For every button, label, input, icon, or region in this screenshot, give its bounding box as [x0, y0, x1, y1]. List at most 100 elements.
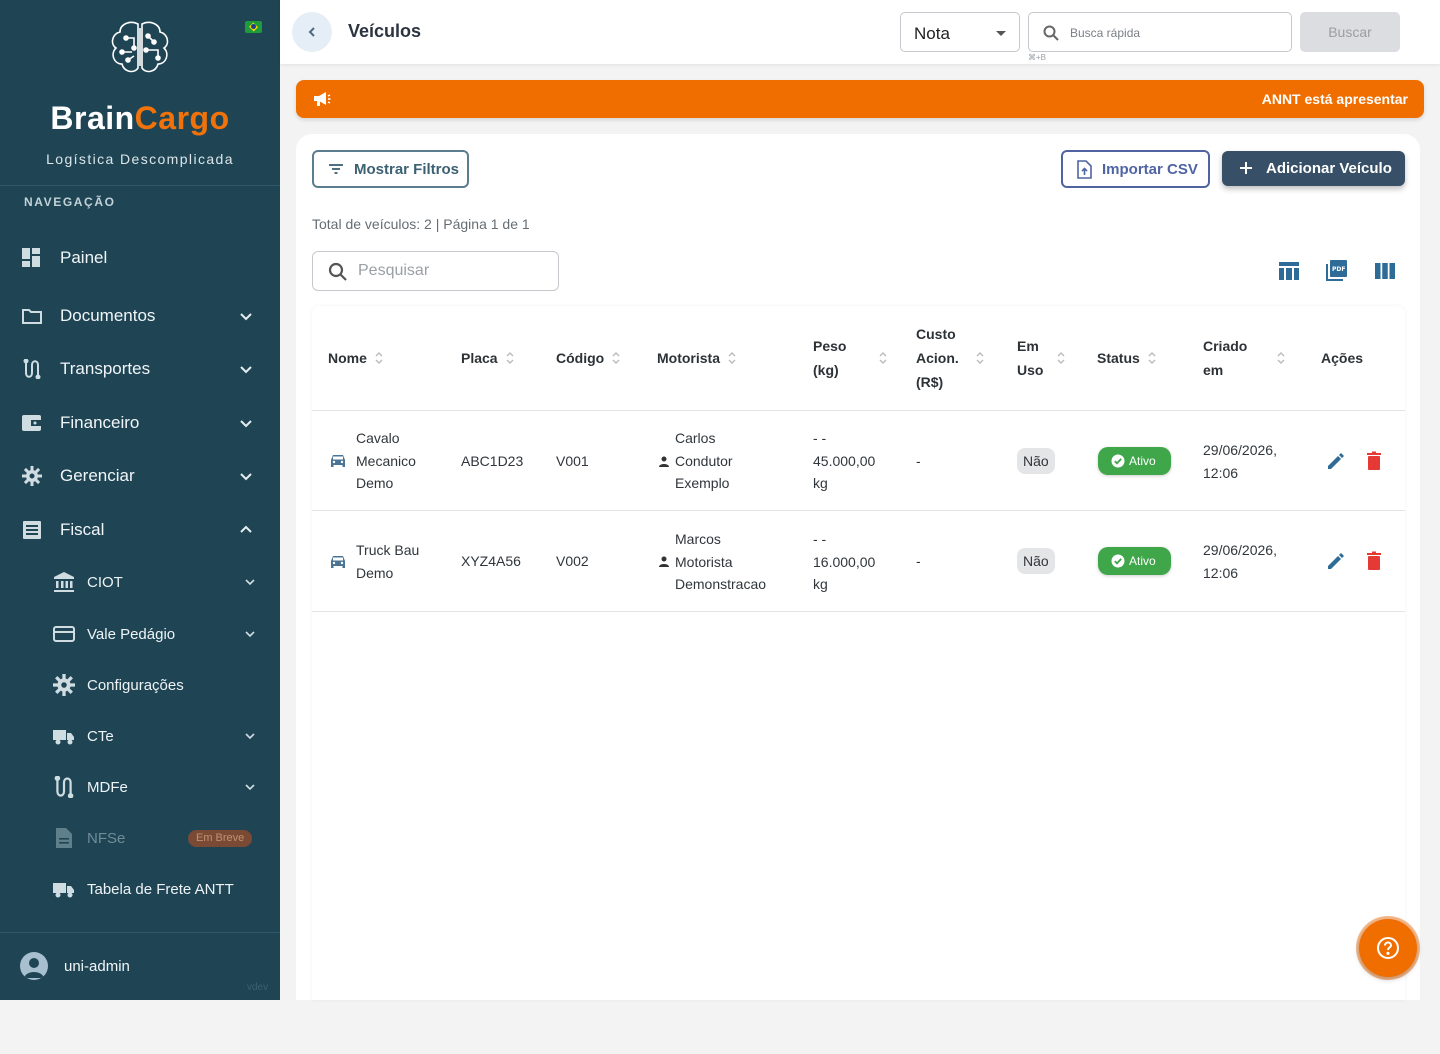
sidebar-subitem-ciot[interactable]: CIOT	[0, 562, 280, 602]
user-menu[interactable]: uni-admin vdev	[0, 932, 280, 1000]
chevron-down-icon	[240, 420, 252, 428]
sidebar-subitem-tabela-frete[interactable]: Tabela de Frete ANTT	[0, 869, 280, 909]
vehicle-name: Truck Bau Demo	[356, 542, 420, 581]
sidebar-item-painel[interactable]: Painel	[0, 236, 280, 280]
chevron-down-icon	[245, 631, 255, 638]
file-upload-icon	[1077, 160, 1092, 179]
truck-icon	[53, 883, 74, 898]
column-header-nome[interactable]: Nome	[328, 306, 383, 410]
column-header-custo[interactable]: Custo Acion. (R$)	[916, 306, 984, 410]
add-vehicle-button[interactable]: Adicionar Veículo	[1222, 151, 1405, 186]
vehicle-code: V002	[556, 553, 589, 569]
avatar	[20, 952, 48, 980]
dashboard-icon	[22, 248, 40, 267]
sort-icon	[879, 352, 887, 364]
sidebar-subitem-label: NFSe	[87, 829, 126, 847]
column-header-criado-em[interactable]: Criado em	[1203, 306, 1285, 410]
sidebar-item-transportes[interactable]: Transportes	[0, 347, 280, 391]
sidebar-subitem-configuracoes[interactable]: Configurações	[0, 665, 280, 705]
back-button[interactable]	[292, 12, 332, 52]
sidebar-subitem-mdfe[interactable]: MDFe	[0, 767, 280, 807]
banner-text: ANNT está apresentar	[1261, 91, 1408, 107]
brazil-flag-icon[interactable]	[245, 21, 262, 33]
pdf-export-icon[interactable]: PDF	[1324, 259, 1348, 283]
brand-name: BrainCargo	[50, 100, 230, 136]
sidebar-item-gerenciar[interactable]: Gerenciar	[0, 454, 280, 498]
edit-icon[interactable]	[1326, 551, 1346, 571]
sidebar-subitem-label: MDFe	[87, 778, 128, 796]
megaphone-icon	[314, 92, 331, 106]
filter-icon	[329, 164, 343, 174]
chevron-down-icon	[245, 733, 255, 740]
sort-icon	[1057, 352, 1065, 364]
import-csv-button[interactable]: Importar CSV	[1061, 150, 1210, 188]
plus-icon	[1240, 162, 1252, 174]
gear-icon	[22, 466, 42, 486]
column-header-status[interactable]: Status	[1097, 306, 1156, 410]
search-icon	[328, 262, 347, 281]
table-search-input[interactable]	[358, 261, 548, 281]
sort-icon	[375, 352, 383, 364]
sidebar-subitem-label: Configurações	[87, 676, 184, 694]
select-value: Nota	[914, 24, 950, 43]
column-header-placa[interactable]: Placa	[461, 306, 514, 410]
sidebar-subitem-cte[interactable]: CTe	[0, 716, 280, 756]
nav-heading: NAVEGAÇÃO	[24, 195, 116, 209]
user-icon	[24, 958, 44, 978]
column-header-motorista[interactable]: Motorista	[657, 306, 736, 410]
help-fab-button[interactable]	[1356, 916, 1420, 980]
search-icon	[1043, 25, 1059, 41]
brand-tagline: Logística Descomplicada	[46, 151, 234, 167]
status-badge: Ativo	[1098, 547, 1171, 575]
truck-icon	[53, 730, 74, 745]
sidebar-subitem-label: Vale Pedágio	[87, 625, 176, 643]
main-card: Mostrar Filtros Importar CSV Adicionar V…	[296, 134, 1420, 1000]
sort-icon	[728, 352, 736, 364]
vehicles-table: Nome Placa Código Motorista Peso (kg) Cus…	[312, 306, 1405, 1000]
table-row[interactable]: Truck Bau Demo XYZ4A56 V002 Marcos Motoris…	[312, 512, 1405, 612]
sort-icon	[976, 352, 984, 364]
search-button[interactable]: Buscar	[1300, 12, 1400, 52]
status-badge: Ativo	[1098, 447, 1171, 475]
edit-icon[interactable]	[1326, 451, 1346, 471]
button-label: Importar CSV	[1102, 161, 1198, 178]
table-row[interactable]: Cavalo Mecanico Demo ABC1D23 V001 Carlos Co…	[312, 411, 1405, 511]
delete-icon[interactable]	[1364, 551, 1384, 571]
quick-search-field[interactable]	[1028, 12, 1292, 52]
vehicle-plate: XYZ4A56	[461, 553, 521, 569]
created-at: 29/06/2026, 12:06	[1203, 542, 1277, 581]
sort-icon	[612, 352, 620, 364]
show-filters-button[interactable]: Mostrar Filtros	[312, 150, 469, 188]
person-icon	[659, 456, 669, 467]
created-at: 29/06/2026, 12:06	[1203, 442, 1277, 481]
column-header-em-uso[interactable]: Em Uso	[1017, 306, 1065, 410]
sort-icon	[506, 352, 514, 364]
column-header-codigo[interactable]: Código	[556, 306, 620, 410]
sort-icon	[1148, 352, 1156, 364]
wallet-icon	[22, 415, 41, 431]
check-circle-icon	[1111, 554, 1125, 568]
sidebar-item-fiscal[interactable]: Fiscal	[0, 508, 280, 552]
sidebar-item-financeiro[interactable]: Financeiro	[0, 401, 280, 445]
quick-search-input[interactable]	[1070, 23, 1280, 43]
chevron-down-icon	[240, 473, 252, 481]
brain-logo-icon	[111, 21, 169, 73]
route-icon	[23, 359, 41, 379]
delete-icon[interactable]	[1364, 451, 1384, 471]
sidebar-subitem-vale-pedagio[interactable]: Vale Pedágio	[0, 614, 280, 654]
columns-icon[interactable]	[1373, 259, 1397, 283]
announcement-banner[interactable]: ANNT está apresentar	[296, 80, 1424, 118]
svg-text:PDF: PDF	[1332, 266, 1345, 273]
card-icon	[53, 626, 75, 642]
chevron-up-icon	[240, 525, 252, 533]
total-vehicles-text: Total de veículos: 2 | Página 1 de 1	[312, 216, 530, 232]
button-label: Adicionar Veículo	[1266, 160, 1392, 177]
table-view-icon[interactable]	[1277, 259, 1301, 283]
search-type-select[interactable]: Nota	[900, 12, 1020, 52]
sidebar-subitem-label: CTe	[87, 727, 114, 745]
sidebar-item-documentos[interactable]: Documentos	[0, 294, 280, 338]
table-search-field[interactable]	[312, 251, 559, 291]
vehicle-name: Cavalo Mecanico Demo	[356, 430, 416, 491]
column-header-peso[interactable]: Peso (kg)	[813, 306, 887, 410]
chevron-left-icon	[308, 27, 315, 37]
